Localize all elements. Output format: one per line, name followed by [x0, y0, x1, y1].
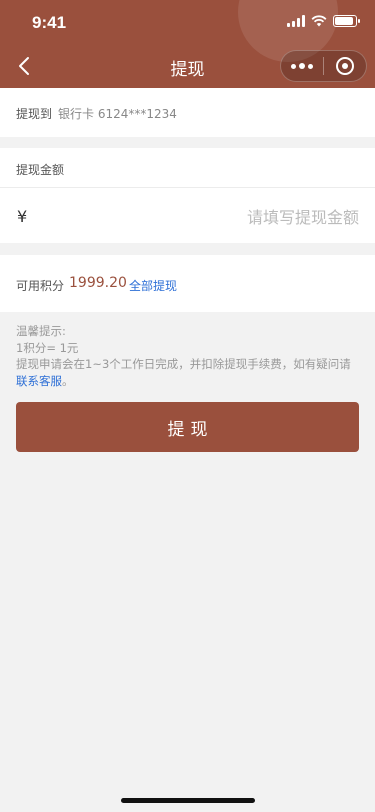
points-row: 可用积分 1999.20 全部提现: [0, 255, 375, 312]
withdraw-to-row[interactable]: 提现到 银行卡 6124***1234: [0, 88, 375, 137]
amount-label: 提现金额: [16, 163, 65, 177]
status-time: 9:41: [32, 13, 67, 32]
withdraw-all-link[interactable]: 全部提现: [129, 277, 177, 294]
points-label: 可用积分: [16, 279, 65, 293]
tips-rate: 1积分= 1元: [16, 340, 79, 355]
tips-text: 温馨提示: 1积分= 1元 提现申请会在1~3个工作日完成，并扣除提现手续费，如…: [16, 323, 361, 389]
close-miniprogram-button[interactable]: [324, 51, 366, 81]
withdraw-button[interactable]: 提现: [16, 402, 359, 452]
signal-icon: [287, 15, 305, 27]
tips-notice-text: 提现申请会在1~3个工作日完成，并扣除提现手续费，如有疑问请: [16, 357, 351, 371]
amount-input[interactable]: [60, 203, 359, 231]
battery-icon: [333, 15, 360, 27]
contact-service-link[interactable]: 联系客服: [16, 374, 62, 388]
tips-title: 温馨提示:: [16, 324, 66, 338]
status-icons: [287, 15, 360, 27]
mini-program-capsule: [280, 50, 367, 82]
tips-end: 。: [62, 373, 74, 388]
currency-symbol: ¥: [17, 207, 28, 226]
navigation-header: 9:41 提现: [0, 0, 375, 88]
divider: [0, 187, 375, 188]
withdraw-to-label: 提现到: [16, 107, 53, 121]
amount-section: 提现金额 ¥: [0, 148, 375, 243]
points-value: 1999.20: [69, 275, 127, 291]
more-button[interactable]: [281, 51, 323, 81]
tips-notice: 提现申请会在1~3个工作日完成，并扣除提现手续费，如有疑问请联系客服。: [16, 356, 361, 389]
home-indicator: [121, 798, 255, 803]
target-icon: [336, 57, 354, 75]
wifi-icon: [311, 15, 327, 27]
bank-card-value: 银行卡 6124***1234: [58, 107, 177, 121]
